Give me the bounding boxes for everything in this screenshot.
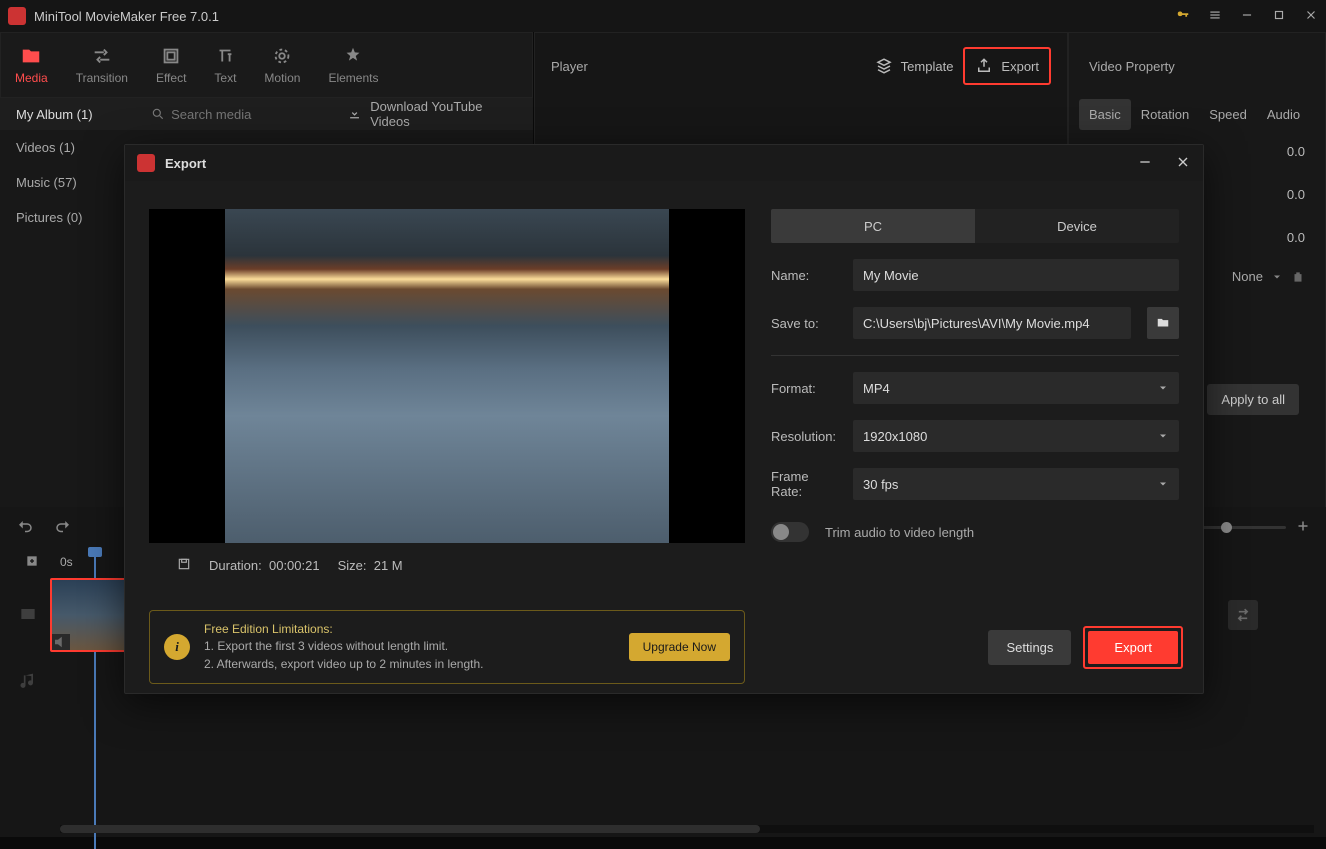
tab-text-label: Text xyxy=(214,71,236,85)
size-value: 21 M xyxy=(374,558,403,573)
tab-motion-label: Motion xyxy=(264,71,300,85)
framerate-value: 30 fps xyxy=(863,477,898,492)
menu-icon[interactable] xyxy=(1208,8,1222,25)
dialog-logo xyxy=(137,154,155,172)
save-meta-icon xyxy=(177,557,191,574)
tab-media-label: Media xyxy=(15,71,48,85)
prop-value-2: 0.0 xyxy=(1275,187,1305,202)
trash-icon[interactable] xyxy=(1291,270,1305,284)
main-tabs: Media Transition Effect Text Motion Elem… xyxy=(0,32,533,98)
limitations-line2: 2. Afterwards, export video up to 2 minu… xyxy=(204,656,615,673)
dialog-title: Export xyxy=(165,156,1137,171)
prop-tab-basic[interactable]: Basic xyxy=(1079,99,1131,130)
close-icon[interactable] xyxy=(1304,8,1318,25)
export-button[interactable]: Export xyxy=(1088,631,1178,664)
browse-button[interactable] xyxy=(1147,307,1179,339)
app-logo xyxy=(8,7,26,25)
video-property-title: Video Property xyxy=(1069,33,1325,99)
timeline-scrollbar[interactable] xyxy=(60,825,1314,833)
size-label: Size: xyxy=(338,558,367,573)
tab-transition-label: Transition xyxy=(76,71,128,85)
saveto-label: Save to: xyxy=(771,316,843,331)
limitations-heading: Free Edition Limitations: xyxy=(204,621,615,638)
add-marker-icon[interactable] xyxy=(24,553,40,572)
trim-audio-toggle[interactable] xyxy=(771,522,809,542)
name-label: Name: xyxy=(771,268,843,283)
search-icon xyxy=(151,107,165,121)
app-title: MiniTool MovieMaker Free 7.0.1 xyxy=(34,9,1176,24)
window-titlebar: MiniTool MovieMaker Free 7.0.1 xyxy=(0,0,1326,32)
chevron-down-icon xyxy=(1157,430,1169,442)
format-select[interactable]: MP4 xyxy=(853,372,1179,404)
redo-button[interactable] xyxy=(54,518,72,539)
framerate-label: Frame Rate: xyxy=(771,469,843,499)
folder-icon xyxy=(1156,316,1170,330)
tab-pc[interactable]: PC xyxy=(771,209,975,243)
chevron-down-icon xyxy=(1157,478,1169,490)
minimize-icon[interactable] xyxy=(1240,8,1254,25)
framerate-select[interactable]: 30 fps xyxy=(853,468,1179,500)
zoom-in-icon[interactable] xyxy=(1294,517,1312,538)
duration-label: Duration: xyxy=(209,558,262,573)
template-button[interactable]: Template xyxy=(865,49,964,83)
header-export-label: Export xyxy=(1001,59,1039,74)
limitations-box: i Free Edition Limitations: 1. Export th… xyxy=(149,610,745,684)
settings-button[interactable]: Settings xyxy=(988,630,1071,665)
tab-elements[interactable]: Elements xyxy=(314,33,392,97)
tab-motion[interactable]: Motion xyxy=(250,33,314,97)
tab-media[interactable]: Media xyxy=(1,33,62,97)
prop-tab-speed[interactable]: Speed xyxy=(1199,99,1257,130)
maximize-icon[interactable] xyxy=(1272,8,1286,25)
chevron-down-icon xyxy=(1157,382,1169,394)
trim-audio-label: Trim audio to video length xyxy=(825,525,974,540)
album-selector[interactable]: My Album (1) xyxy=(0,107,139,122)
export-icon xyxy=(975,57,993,75)
tab-text[interactable]: Text xyxy=(200,33,250,97)
prop-tab-audio[interactable]: Audio xyxy=(1257,99,1310,130)
apply-to-all-button[interactable]: Apply to all xyxy=(1207,384,1299,415)
dialog-minimize-icon[interactable] xyxy=(1137,154,1153,173)
template-label: Template xyxy=(901,59,954,74)
tab-elements-label: Elements xyxy=(328,71,378,85)
search-input[interactable] xyxy=(171,107,347,122)
tab-effect[interactable]: Effect xyxy=(142,33,200,97)
download-icon xyxy=(347,106,362,122)
format-value: MP4 xyxy=(863,381,890,396)
download-youtube-button[interactable]: Download YouTube Videos xyxy=(347,99,533,129)
prop-select-value[interactable]: None xyxy=(1232,269,1263,284)
dialog-close-icon[interactable] xyxy=(1175,154,1191,173)
template-icon xyxy=(875,57,893,75)
chevron-down-icon xyxy=(1271,271,1283,283)
header-export-button[interactable]: Export xyxy=(963,47,1051,85)
limitations-line1: 1. Export the first 3 videos without len… xyxy=(204,638,615,655)
export-dialog: Export Duration: 00:00:21 Size: 21 M PC … xyxy=(124,144,1204,694)
name-input[interactable] xyxy=(863,268,1169,283)
info-icon: i xyxy=(164,634,190,660)
export-target-tabs: PC Device xyxy=(771,209,1179,243)
prop-value-1: 0.0 xyxy=(1275,144,1305,159)
tab-effect-label: Effect xyxy=(156,71,186,85)
duration-value: 00:00:21 xyxy=(269,558,320,573)
prop-tab-rotation[interactable]: Rotation xyxy=(1131,99,1199,130)
upgrade-button[interactable]: Upgrade Now xyxy=(629,633,730,661)
tab-device[interactable]: Device xyxy=(975,209,1179,243)
player-label: Player xyxy=(551,59,865,74)
format-label: Format: xyxy=(771,381,843,396)
undo-button[interactable] xyxy=(16,518,34,539)
timeline-timestamp: 0s xyxy=(60,555,73,569)
audio-track-icon xyxy=(18,672,38,695)
resolution-value: 1920x1080 xyxy=(863,429,927,444)
resolution-select[interactable]: 1920x1080 xyxy=(853,420,1179,452)
resolution-label: Resolution: xyxy=(771,429,843,444)
video-track-icon xyxy=(18,604,38,627)
tab-transition[interactable]: Transition xyxy=(62,33,142,97)
license-key-icon[interactable] xyxy=(1176,8,1190,25)
download-youtube-label: Download YouTube Videos xyxy=(370,99,517,129)
clip-audio-icon[interactable] xyxy=(52,634,70,650)
prop-value-3: 0.0 xyxy=(1275,230,1305,245)
swap-tracks-button[interactable] xyxy=(1228,600,1258,630)
saveto-input[interactable] xyxy=(863,316,1121,331)
export-preview xyxy=(149,209,745,543)
